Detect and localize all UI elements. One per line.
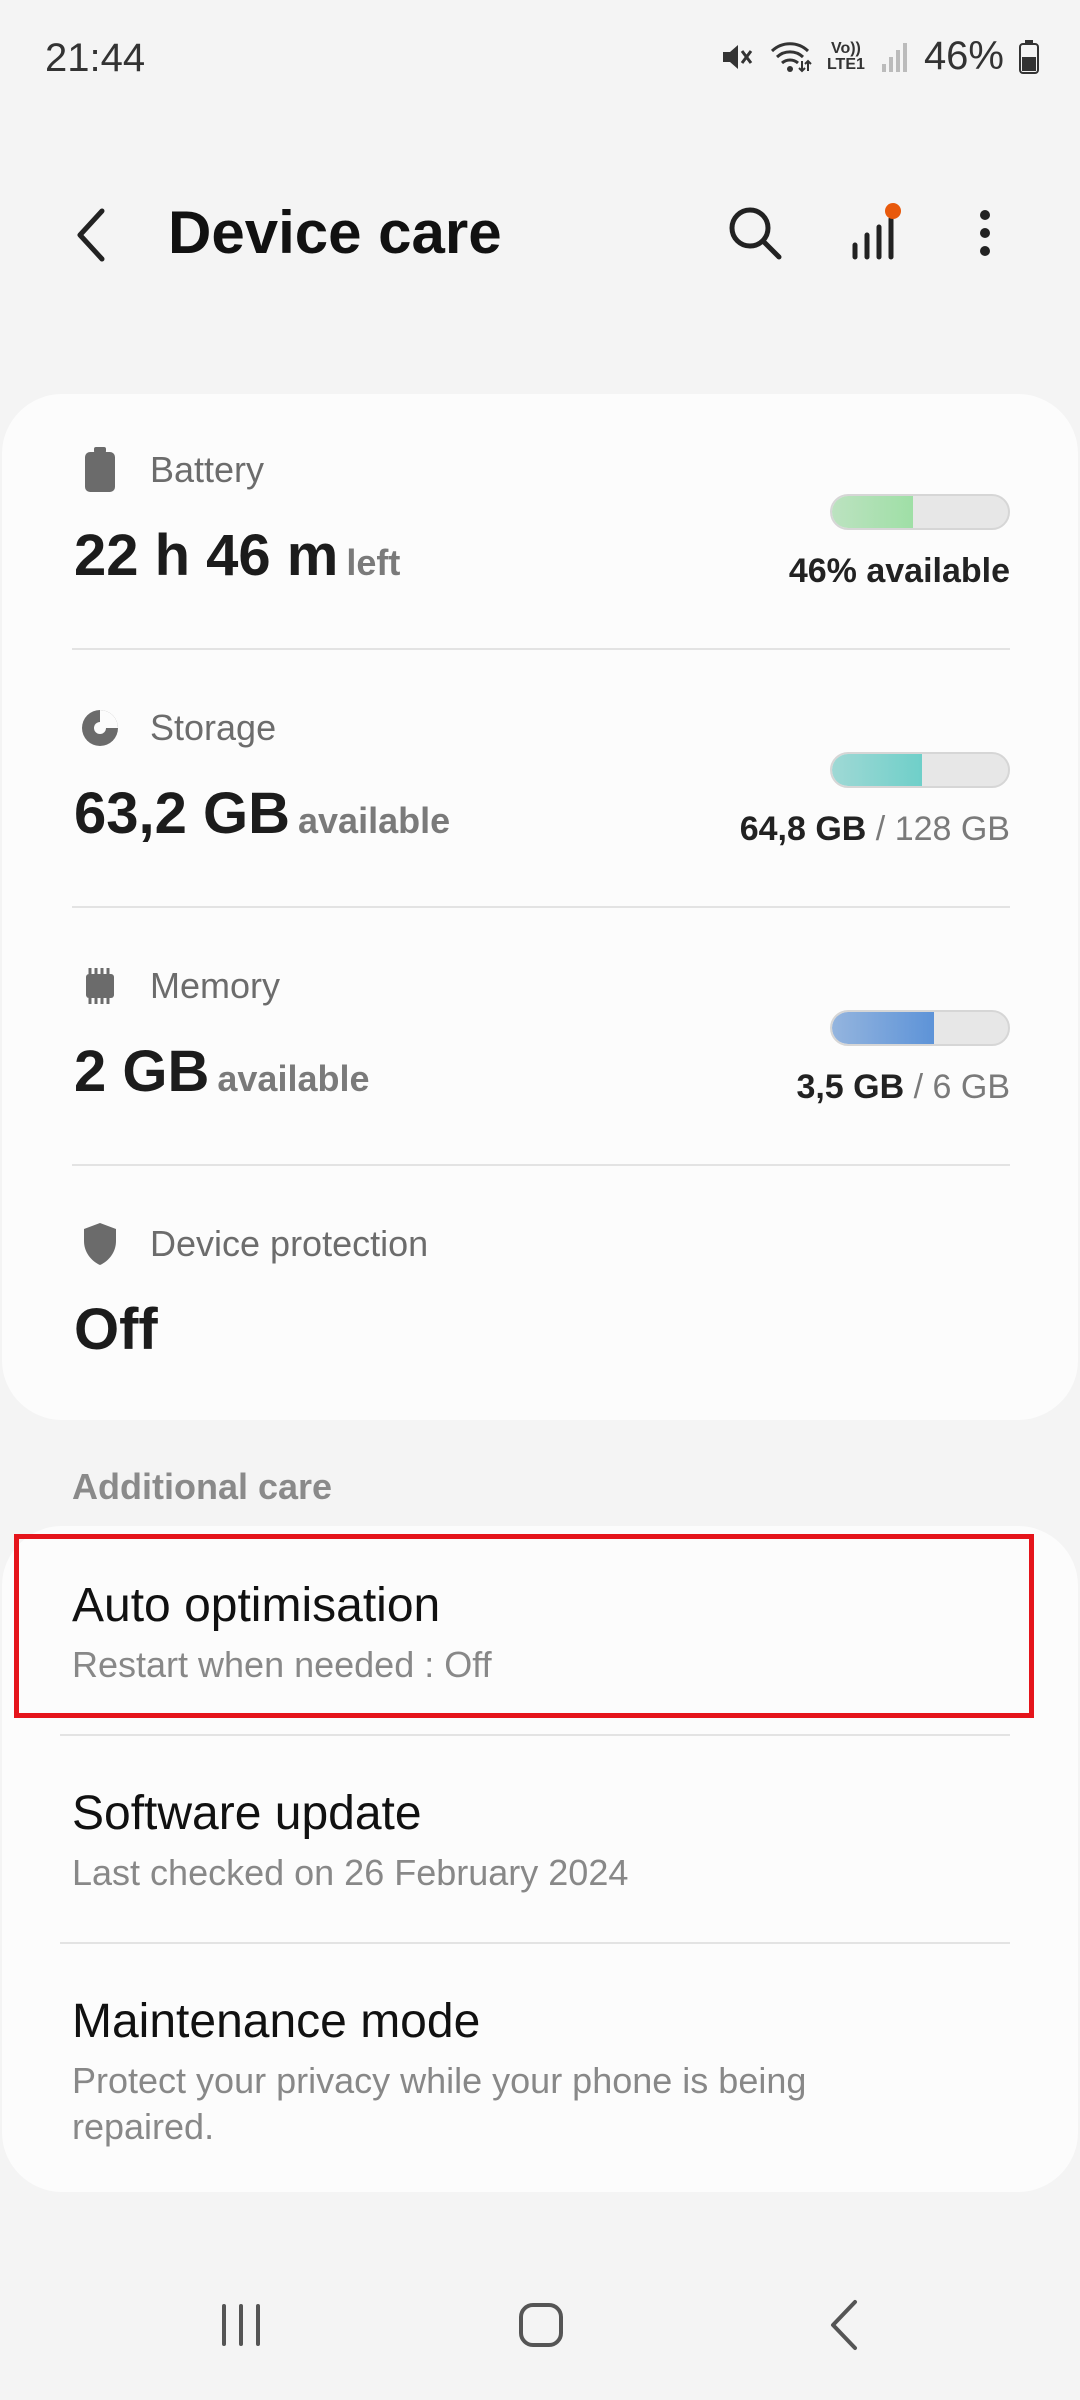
wifi-icon [768, 39, 812, 75]
software-update-item[interactable]: Software update Last checked on 26 Febru… [2, 1786, 1078, 1936]
additional-care-heading: Additional care [72, 1466, 333, 1507]
battery-level-bar [830, 494, 1010, 530]
back-button[interactable] [62, 200, 122, 270]
device-status-card: Battery 22 h 46 m left 46% available Stor… [2, 394, 1078, 1420]
battery-label: Battery [150, 449, 265, 490]
memory-chip-icon [72, 958, 128, 1014]
list-item-title: Software update [72, 1787, 422, 1840]
back-nav-button[interactable] [800, 2290, 890, 2360]
list-item-subtitle: Last checked on 26 February 2024 [72, 1852, 629, 1893]
recents-button[interactable] [196, 2290, 286, 2360]
device-protection-value: Off [74, 1297, 158, 1362]
back-nav-icon [831, 2300, 857, 2350]
more-icon [980, 210, 990, 256]
divider [60, 1942, 1010, 1944]
memory-value: 2 GB available [74, 1039, 370, 1104]
divider [72, 1164, 1010, 1166]
device-protection-row[interactable]: Device protection Off [72, 1216, 1010, 1396]
storage-value: 63,2 GB available [74, 781, 451, 846]
list-item-subtitle: Protect your privacy while your phone is… [72, 2060, 807, 2147]
battery-value: 22 h 46 m left [74, 523, 401, 588]
battery-detail: 46% available [788, 552, 1010, 590]
lte-icon: Vo)) LTE1 [826, 39, 865, 73]
more-options-button[interactable] [950, 198, 1020, 268]
page-title: Device care [168, 199, 502, 266]
device-protection-label: Device protection [150, 1223, 429, 1264]
status-bar: 21:44 Vo)) LTE1 46% [0, 0, 1080, 120]
signal-icon [880, 40, 910, 74]
memory-detail: 3,5 GB / 6 GB [796, 1068, 1010, 1106]
battery-icon [1018, 39, 1040, 75]
storage-level-bar [830, 752, 1010, 788]
memory-row[interactable]: Memory 2 GB available 3,5 GB / 6 GB [72, 958, 1010, 1158]
storage-pie-icon [72, 700, 128, 756]
notification-dot [885, 203, 901, 219]
list-item-title: Maintenance mode [72, 1995, 481, 2048]
battery-icon [72, 442, 128, 498]
memory-level-bar [830, 1010, 1010, 1046]
divider [72, 906, 1010, 908]
storage-label: Storage [150, 707, 277, 748]
battery-row[interactable]: Battery 22 h 46 m left 46% available [72, 442, 1010, 642]
shield-icon [72, 1216, 128, 1272]
recents-icon [222, 2304, 260, 2346]
navigation-bar [0, 2270, 1080, 2380]
stats-button[interactable] [840, 198, 910, 268]
app-bar: Device care [0, 180, 1080, 290]
back-icon [77, 208, 105, 262]
battery-percent: 46% [923, 34, 1004, 78]
status-time: 21:44 [45, 36, 146, 80]
storage-row[interactable]: Storage 63,2 GB available 64,8 GB / 128 G… [72, 700, 1010, 900]
divider [72, 648, 1010, 650]
home-icon [519, 2303, 563, 2347]
home-button[interactable] [496, 2290, 586, 2360]
storage-detail: 64,8 GB / 128 GB [739, 810, 1010, 848]
divider [60, 1734, 1010, 1736]
stats-icon [852, 203, 901, 260]
memory-label: Memory [150, 965, 281, 1006]
status-icons: Vo)) LTE1 46% [718, 34, 1040, 79]
search-button[interactable] [720, 198, 790, 268]
search-icon [729, 207, 782, 260]
maintenance-mode-item[interactable]: Maintenance mode Protect your privacy wh… [2, 1994, 1078, 2174]
highlight-box [14, 1534, 1034, 1718]
mute-icon [718, 39, 754, 75]
